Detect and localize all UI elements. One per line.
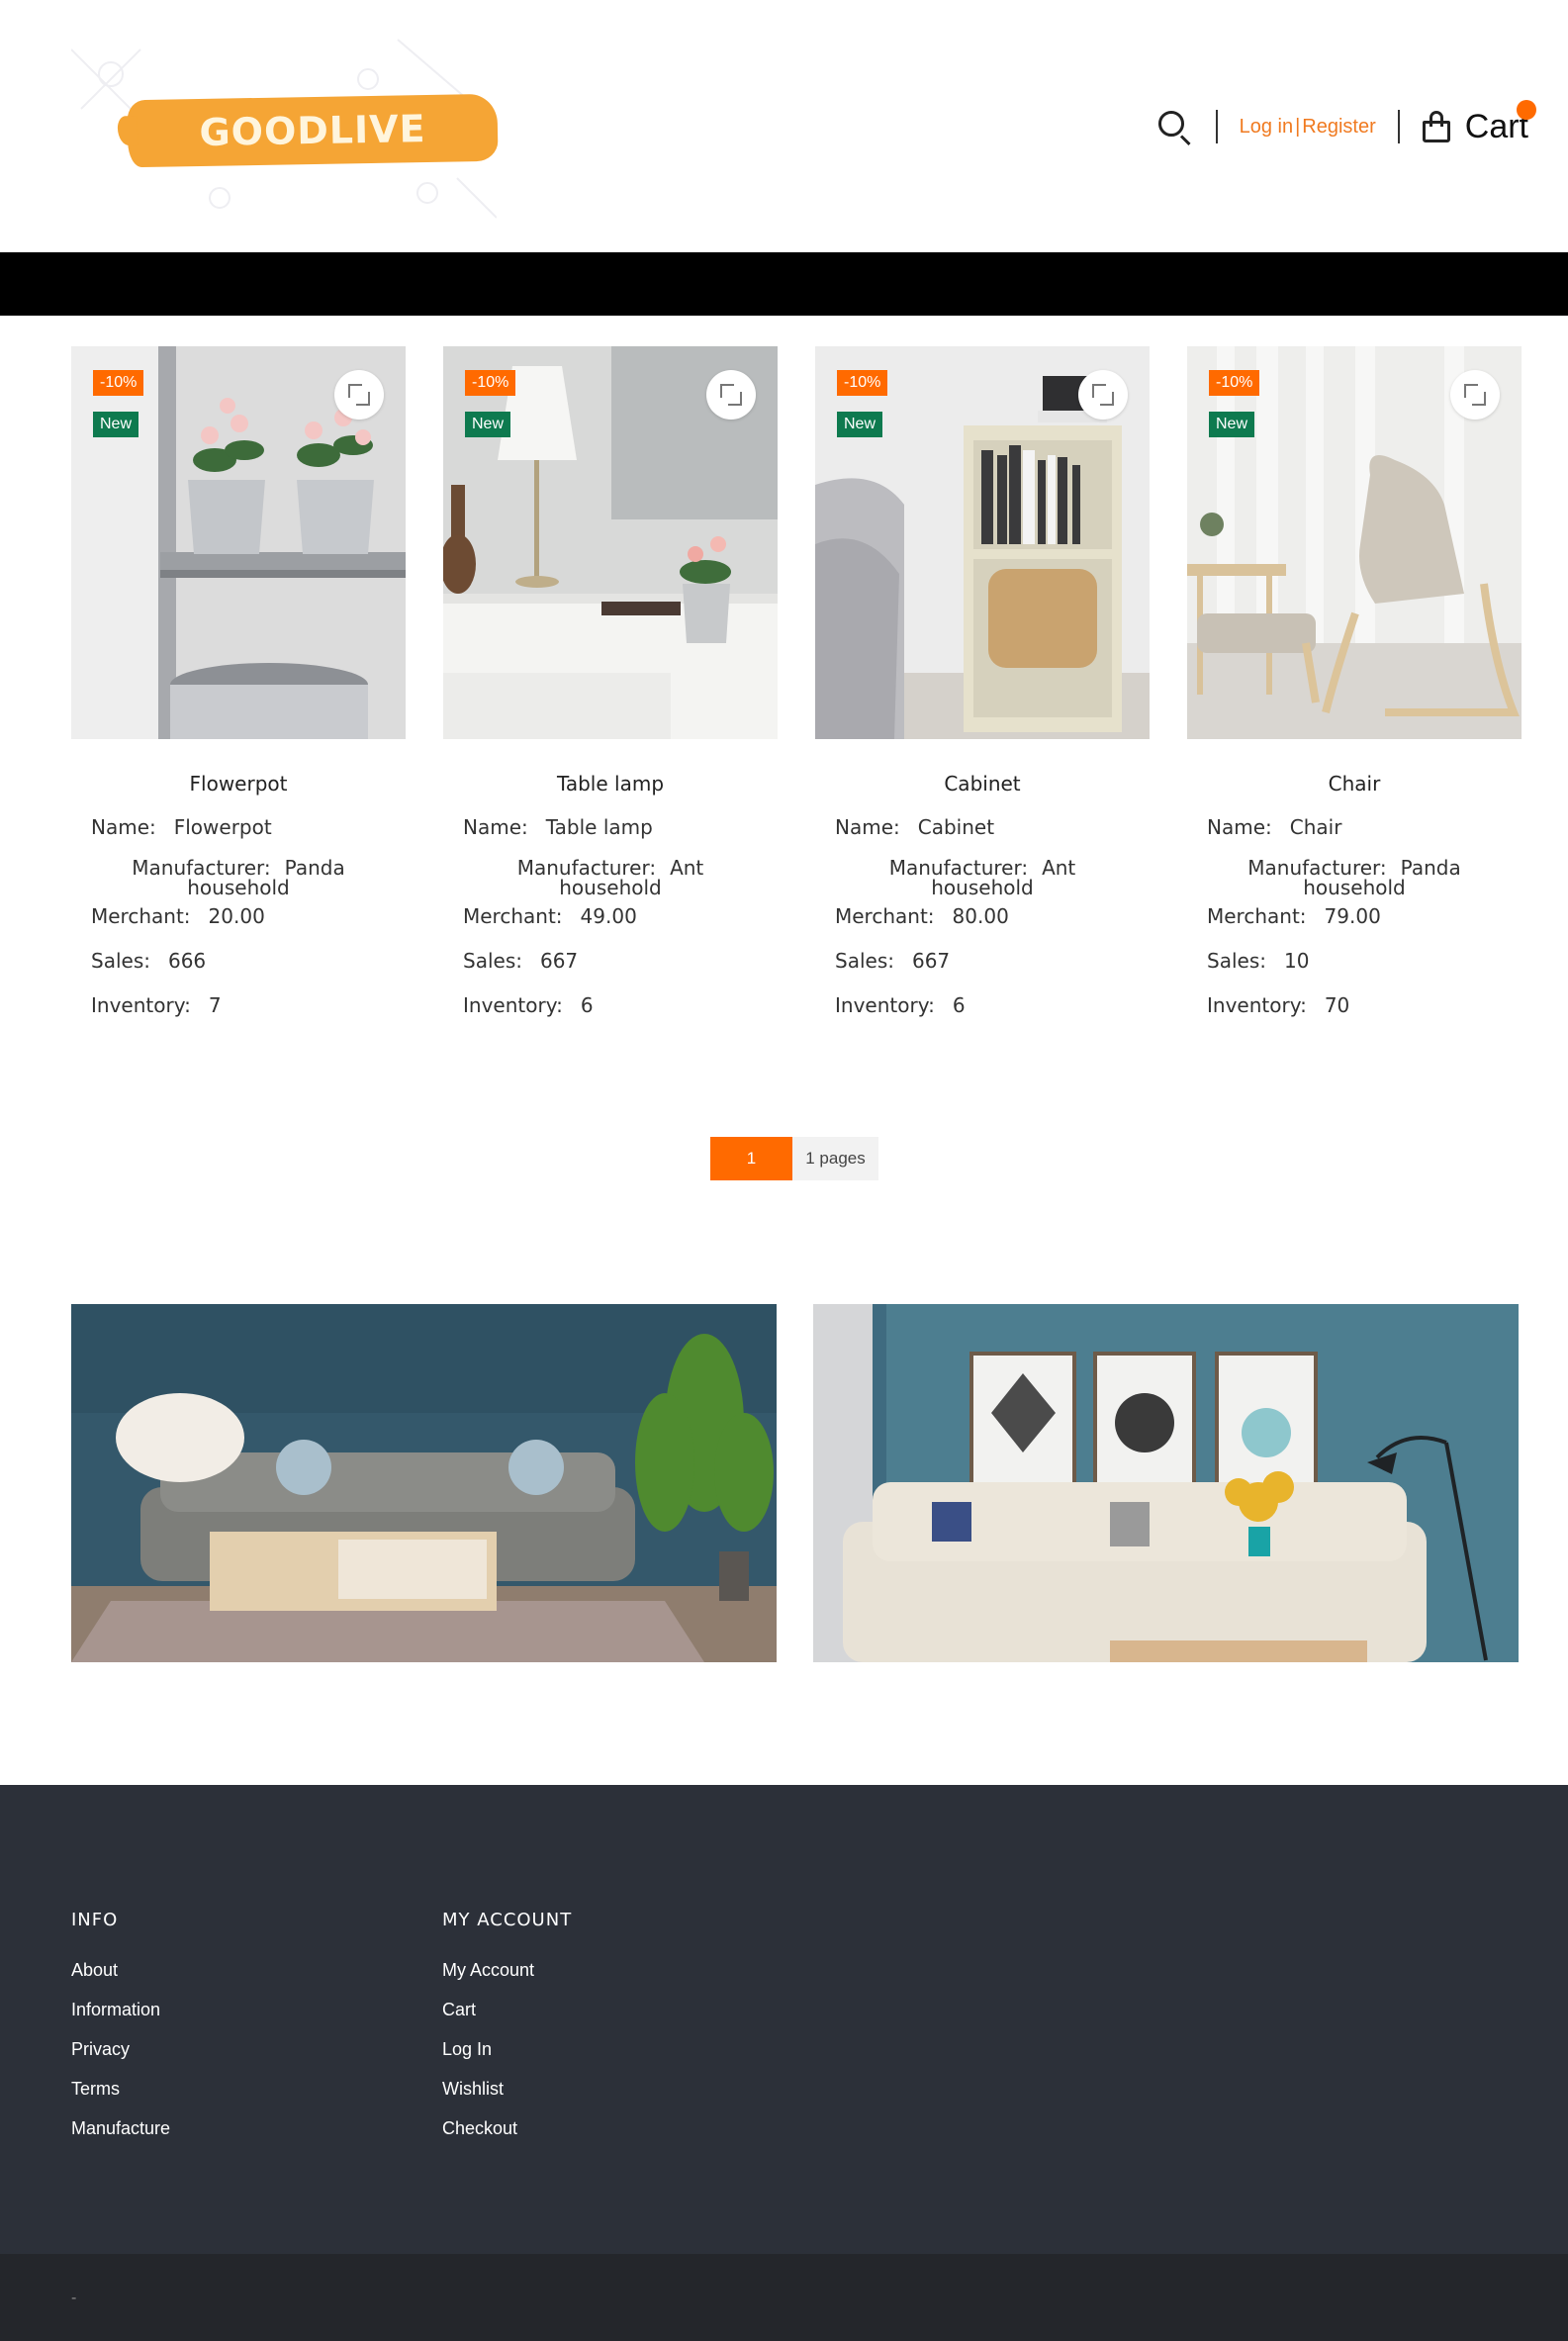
name-value: Chair xyxy=(1289,815,1342,839)
expand-icon[interactable] xyxy=(334,370,384,420)
product-title[interactable]: Cabinet xyxy=(815,772,1150,796)
register-link[interactable]: Register xyxy=(1302,116,1375,139)
discount-badge: -10% xyxy=(837,370,888,396)
name-value: Cabinet xyxy=(917,815,995,839)
name-label: Name: xyxy=(1207,815,1272,839)
site-header: GOODLIVE Log in | Register Cart xyxy=(0,0,1568,252)
footer-link-privacy[interactable]: Privacy xyxy=(71,2038,170,2078)
product-card: -10% New Table lamp Name: Table lamp Manu… xyxy=(443,346,778,1028)
product-title[interactable]: Flowerpot xyxy=(71,772,406,796)
sales-value: 667 xyxy=(911,949,951,973)
inventory-value: 6 xyxy=(580,993,594,1017)
name-label: Name: xyxy=(91,815,156,839)
merchant-label: Merchant: xyxy=(463,904,563,928)
footer-link-about[interactable]: About xyxy=(71,1959,170,1999)
inventory-value: 6 xyxy=(952,993,966,1017)
footer-link-wishlist[interactable]: Wishlist xyxy=(442,2078,572,2117)
product-title[interactable]: Table lamp xyxy=(443,772,778,796)
sales-value: 666 xyxy=(167,949,207,973)
footer-link-log-in[interactable]: Log In xyxy=(442,2038,572,2078)
shopping-bag-icon xyxy=(1422,111,1451,142)
product-image[interactable]: -10% New xyxy=(1187,346,1522,739)
new-badge: New xyxy=(93,412,139,437)
page-button-current[interactable]: 1 xyxy=(710,1137,792,1180)
footer-heading-my-account: MY ACCOUNT xyxy=(442,1910,573,1930)
divider xyxy=(1397,110,1400,143)
inventory-label: Inventory: xyxy=(91,993,191,1017)
product-grid: -10% New Flowerpot Name: Flowerpot Manufa… xyxy=(71,346,1522,1028)
inventory-label: Inventory: xyxy=(1207,993,1307,1017)
discount-badge: -10% xyxy=(465,370,516,396)
new-badge: New xyxy=(837,412,883,437)
footer-link-cart[interactable]: Cart xyxy=(442,1999,572,2038)
footer-info-column: INFO About Information Privacy Terms Man… xyxy=(71,1910,170,2157)
inventory-label: Inventory: xyxy=(463,993,563,1017)
page-count: 1 pages xyxy=(792,1137,878,1180)
login-link[interactable]: Log in xyxy=(1240,116,1294,139)
inventory-label: Inventory: xyxy=(835,993,935,1017)
copyright-text: - xyxy=(71,2290,77,2306)
merchant-value: 79.00 xyxy=(1324,904,1381,928)
footer-link-checkout[interactable]: Checkout xyxy=(442,2117,572,2157)
pagination: 1 1 pages xyxy=(710,1137,878,1180)
logo-text: GOODLIVE xyxy=(199,107,426,154)
search-icon[interactable] xyxy=(1154,107,1194,146)
site-footer: INFO About Information Privacy Terms Man… xyxy=(0,1785,1568,2254)
auth-separator: | xyxy=(1295,115,1301,138)
cart-notification-dot xyxy=(1517,99,1536,120)
product-image[interactable]: -10% New xyxy=(443,346,778,739)
product-image[interactable]: -10% New xyxy=(815,346,1150,739)
header-actions: Log in | Register Cart xyxy=(1154,99,1536,154)
footer-link-information[interactable]: Information xyxy=(71,1999,170,2038)
navigation-bar xyxy=(0,252,1568,316)
merchant-label: Merchant: xyxy=(1207,904,1307,928)
sales-value: 10 xyxy=(1283,949,1310,973)
expand-icon[interactable] xyxy=(706,370,756,420)
name-label: Name: xyxy=(835,815,900,839)
name-value: Flowerpot xyxy=(173,815,272,839)
footer-link-terms[interactable]: Terms xyxy=(71,2078,170,2117)
footer-bottom-bar: - xyxy=(0,2254,1568,2341)
site-logo[interactable]: GOODLIVE xyxy=(70,30,499,223)
sales-label: Sales: xyxy=(835,949,894,973)
name-label: Name: xyxy=(463,815,528,839)
divider xyxy=(1215,110,1218,143)
footer-account-column: MY ACCOUNT My Account Cart Log In Wishli… xyxy=(442,1910,572,2157)
merchant-value: 80.00 xyxy=(952,904,1009,928)
inventory-value: 70 xyxy=(1324,993,1350,1017)
new-badge: New xyxy=(1209,412,1255,437)
discount-badge: -10% xyxy=(1209,370,1260,396)
inventory-value: 7 xyxy=(208,993,222,1017)
expand-icon[interactable] xyxy=(1078,370,1128,420)
merchant-label: Merchant: xyxy=(835,904,935,928)
name-value: Table lamp xyxy=(545,815,653,839)
auth-links: Log in | Register xyxy=(1240,116,1376,139)
sales-label: Sales: xyxy=(463,949,522,973)
logo-brush-stroke: GOODLIVE xyxy=(127,93,499,168)
new-badge: New xyxy=(465,412,511,437)
product-image[interactable]: -10% New xyxy=(71,346,406,739)
expand-icon[interactable] xyxy=(1450,370,1500,420)
discount-badge: -10% xyxy=(93,370,144,396)
product-card: -10% New Chair Name: Chair Manufacturer: P… xyxy=(1187,346,1522,1028)
merchant-value: 20.00 xyxy=(208,904,265,928)
sales-label: Sales: xyxy=(1207,949,1266,973)
merchant-value: 49.00 xyxy=(580,904,637,928)
sales-label: Sales: xyxy=(91,949,150,973)
product-card: -10% New Flowerpot Name: Flowerpot Manufa… xyxy=(71,346,406,1028)
cart-button[interactable]: Cart xyxy=(1422,99,1536,146)
sales-value: 667 xyxy=(539,949,579,973)
footer-heading-info: INFO xyxy=(71,1910,119,1930)
product-title[interactable]: Chair xyxy=(1187,772,1522,796)
product-card: -10% New Cabinet Name: Cabinet Manufactur… xyxy=(815,346,1150,1028)
footer-link-my-account[interactable]: My Account xyxy=(442,1959,572,1999)
promo-banner-right[interactable] xyxy=(813,1304,1519,1662)
promo-banner-left[interactable] xyxy=(71,1304,777,1662)
merchant-label: Merchant: xyxy=(91,904,191,928)
footer-link-manufacture[interactable]: Manufacture xyxy=(71,2117,170,2157)
